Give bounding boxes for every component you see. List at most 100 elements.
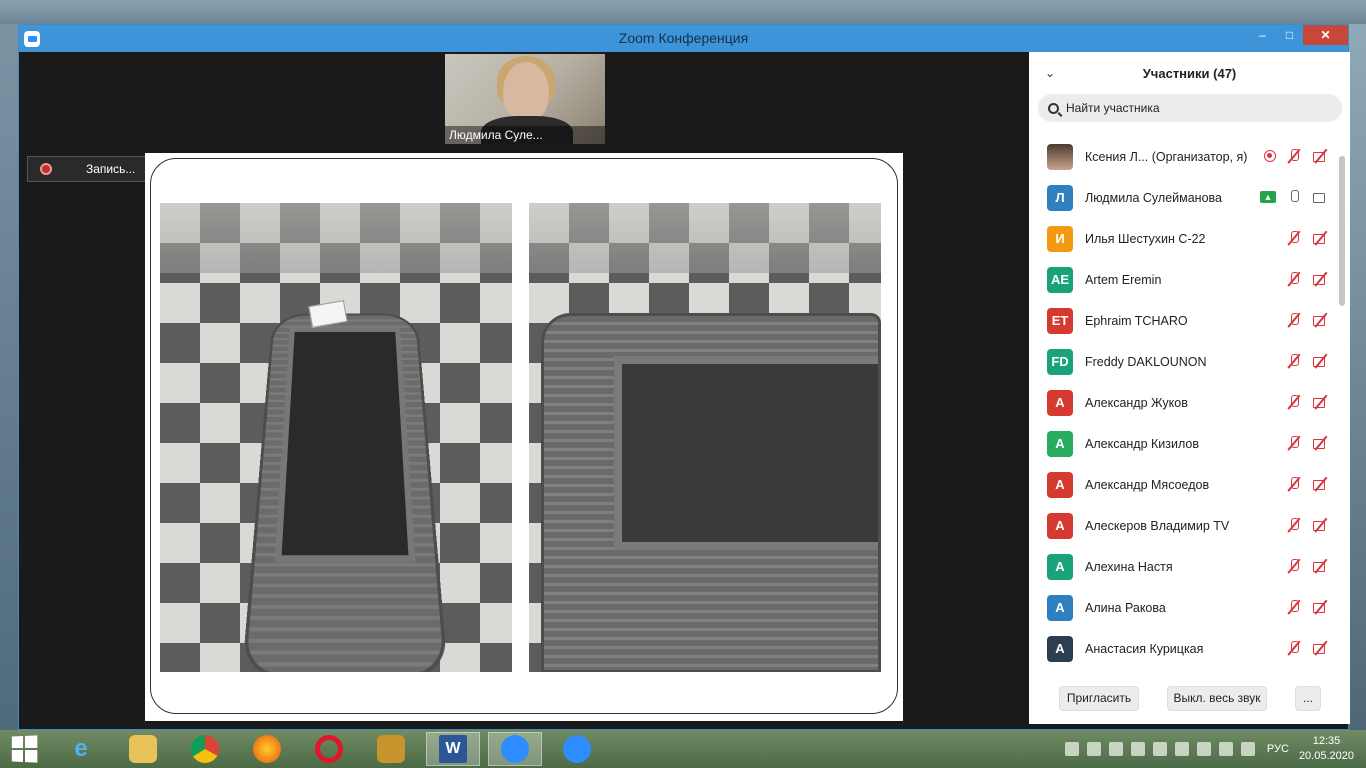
participant-row[interactable]: А Александр Кизилов [1029,423,1350,464]
clock[interactable]: 12:35 20.05.2020 [1299,734,1354,764]
taskbar-zoom-meeting[interactable] [488,732,542,766]
participant-row[interactable]: А Алехина Настя [1029,546,1350,587]
taskbar-word[interactable]: W [426,732,480,766]
microphone-muted-icon[interactable] [1286,312,1302,328]
more-button[interactable]: ... [1295,685,1321,711]
participant-row[interactable]: А Александр Жуков [1029,382,1350,423]
taskbar-firefox[interactable] [240,732,294,766]
participants-header: ⌄ Участники (47) [1029,52,1350,94]
taskbar-chrome[interactable] [178,732,232,766]
participant-search[interactable] [1038,94,1342,122]
camera-off-icon[interactable] [1312,640,1328,656]
participant-name: Алехина Настя [1085,559,1173,574]
taskbar-opera[interactable] [302,732,356,766]
taskbar-archiver[interactable] [364,732,418,766]
photo-background [529,203,881,273]
camera-off-icon[interactable] [1312,353,1328,369]
scrollbar[interactable] [1339,156,1345,306]
folder-icon [129,735,157,763]
camera-off-icon[interactable] [1312,476,1328,492]
microphone-icon[interactable] [1286,189,1302,205]
microphone-muted-icon[interactable] [1286,640,1302,656]
language-indicator[interactable]: РУС [1267,743,1289,755]
clock-time: 12:35 [1312,735,1341,747]
tray-app-icon[interactable] [1108,742,1123,756]
taskbar-ie[interactable]: e [54,732,108,766]
volume-icon[interactable] [1240,742,1255,756]
nvidia-icon[interactable] [1152,742,1167,756]
participant-row[interactable]: FD Freddy DAKLOUNON [1029,341,1350,382]
close-button[interactable]: ✕ [1303,25,1348,45]
participant-row[interactable]: AE Artem Eremin [1029,259,1350,300]
system-tray: РУС 12:35 20.05.2020 [1064,730,1366,768]
participant-row[interactable]: А Алина Ракова [1029,587,1350,628]
avatar: FD [1047,348,1073,375]
video-name-label: Людмила Суле... [445,126,605,144]
camera-off-icon[interactable] [1312,517,1328,533]
camera-off-icon[interactable] [1312,230,1328,246]
recording-label: Запись... [86,162,136,176]
search-input[interactable] [1066,101,1316,115]
tray-expand-icon[interactable] [1064,742,1079,756]
archiver-icon [377,735,405,763]
participant-status-icons [1286,599,1328,615]
microphone-muted-icon[interactable] [1286,394,1302,410]
taskbar-zoom[interactable] [550,732,604,766]
camera-off-icon[interactable] [1312,435,1328,451]
avatar: А [1047,430,1073,457]
flag-icon[interactable] [1174,742,1189,756]
participants-panel: ⌄ Участники (47) Ксения Л... (Организато… [1029,52,1350,724]
camera-off-icon[interactable] [1312,394,1328,410]
avatar: А [1047,512,1073,539]
tray-app-icon[interactable] [1196,742,1211,756]
participant-row[interactable]: Ксения Л... (Организатор, я) [1029,136,1350,177]
camera-off-icon[interactable] [1312,312,1328,328]
title-bar[interactable]: Zoom Конференция – □ ✕ [19,25,1348,52]
microphone-muted-icon[interactable] [1286,476,1302,492]
camera-off-icon[interactable] [1312,599,1328,615]
taskbar: e W РУС 12:35 20.05.2020 [0,730,1366,768]
taskbar-explorer[interactable] [116,732,170,766]
microphone-muted-icon[interactable] [1286,435,1302,451]
microphone-muted-icon[interactable] [1286,148,1302,164]
shared-screen-slide [145,153,903,721]
participant-row[interactable]: А Алескеров Владимир TV [1029,505,1350,546]
participant-status-icons: ▲ [1260,189,1328,205]
participant-row[interactable]: А Анастасия Курицкая [1029,628,1350,669]
windows-start-icon[interactable] [11,735,38,763]
participant-name: Людмила Сулейманова [1085,190,1222,205]
avatar: AE [1047,266,1073,293]
participant-video[interactable]: Людмила Суле... [445,54,605,144]
camera-icon[interactable] [1312,189,1328,205]
camera-off-icon[interactable] [1312,271,1328,287]
camera-off-icon[interactable] [1312,558,1328,574]
maximize-button[interactable]: □ [1276,25,1303,45]
participant-row[interactable]: А Александр Мясоедов [1029,464,1350,505]
avatar: А [1047,594,1073,621]
tray-app-icon[interactable] [1086,742,1101,756]
participant-row[interactable]: И Илья Шестухин С-22 [1029,218,1350,259]
camera-off-icon[interactable] [1312,148,1328,164]
minimize-button[interactable]: – [1249,25,1276,45]
chevron-down-icon[interactable]: ⌄ [1045,66,1055,80]
invite-button[interactable]: Пригласить [1059,685,1139,711]
participant-row[interactable]: Л Людмила Сулейманова ▲ [1029,177,1350,218]
network-icon[interactable] [1218,742,1233,756]
record-icon [40,163,52,175]
participant-status-icons [1286,558,1328,574]
microphone-muted-icon[interactable] [1286,517,1302,533]
microphone-muted-icon[interactable] [1286,230,1302,246]
microphone-muted-icon[interactable] [1286,558,1302,574]
tray-app-icon[interactable] [1130,742,1145,756]
slide-photo-right [529,203,881,672]
avatar: А [1047,389,1073,416]
microphone-muted-icon[interactable] [1286,599,1302,615]
photo-background [160,203,512,273]
participant-name: Алина Ракова [1085,600,1166,615]
microphone-muted-icon[interactable] [1286,353,1302,369]
participant-status-icons [1286,353,1328,369]
participant-status-icons [1264,148,1328,164]
mute-all-button[interactable]: Выкл. весь звук [1167,685,1267,711]
participant-row[interactable]: ET Ephraim TCHARO [1029,300,1350,341]
microphone-muted-icon[interactable] [1286,271,1302,287]
